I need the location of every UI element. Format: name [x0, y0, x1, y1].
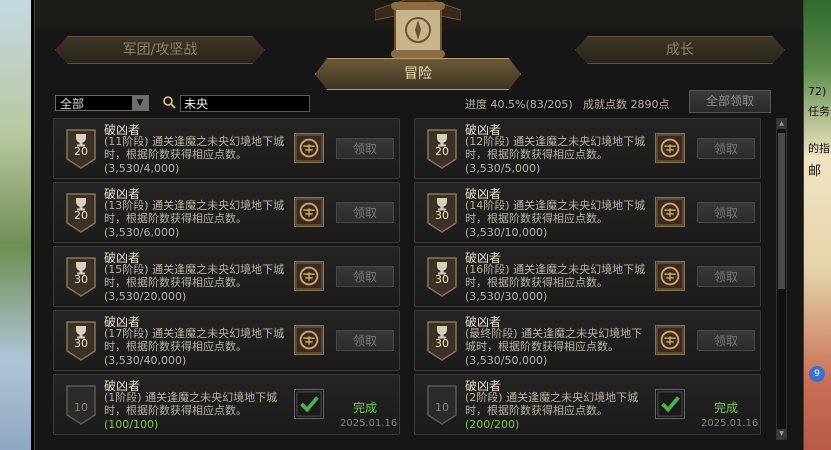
claim-button[interactable]: 领取 — [336, 266, 394, 287]
claim-button[interactable]: 领取 — [697, 266, 755, 287]
achievement-points-value: 10 — [435, 401, 449, 414]
reward-emblem-icon[interactable] — [655, 197, 685, 227]
achievement-description: (最终阶段) 通关逢魔之未央幻境地下城时，根据阶数获得相应点数。 — [465, 327, 643, 353]
checkmark-icon — [655, 389, 685, 419]
achievement-progress: (100/100) — [104, 418, 159, 431]
scroll-up-icon[interactable]: ▲ — [777, 119, 786, 129]
achievement-points-value: 20 — [435, 145, 449, 158]
achievement-points-value: 20 — [74, 145, 88, 158]
achievement-card: 30 破凶者 (17阶段) 通关逢魔之未央幻境地下城时，根据阶数获得相应点数。 (3,… — [53, 310, 400, 371]
achievement-list: 20 破凶者 (11阶段) 通关逢魔之未央幻境地下城时，根据阶数获得相应点数。 (3,… — [53, 118, 773, 440]
reward-emblem-icon[interactable] — [655, 261, 685, 291]
claim-button[interactable]: 领取 — [336, 330, 394, 351]
achievement-description: (12阶段) 通关逢魔之未央幻境地下城时，根据阶数获得相应点数。 — [465, 135, 646, 161]
achievement-progress: (3,530/30,000) — [465, 290, 548, 303]
achievement-progress: (3,530/20,000) — [104, 290, 187, 303]
achievement-description: (13阶段) 通关逢魔之未央幻境地下城时，根据阶数获得相应点数。 — [104, 199, 285, 225]
category-select-value: 全部 — [60, 97, 85, 111]
achievement-description: (15阶段) 通关逢魔之未央幻境地下城时，根据阶数获得相应点数。 — [104, 263, 285, 289]
achievement-progress: (3,530/6,000) — [104, 226, 180, 239]
achievement-description: (14阶段) 通关逢魔之未央幻境地下城时，根据阶数获得相应点数。 — [465, 199, 646, 225]
claim-button[interactable]: 领取 — [697, 330, 755, 351]
achievement-description: (2阶段) 通关逢魔之未央幻境地下城时，根据阶数获得相应点数。 — [465, 391, 639, 417]
achievement-points-value: 30 — [74, 273, 88, 286]
search-input[interactable]: 未央 — [180, 95, 310, 112]
scroll-emblem-icon — [375, 0, 461, 58]
achievement-card: 30 破凶者 (16阶段) 通关逢魔之未央幻境地下城时，根据阶数获得相应点数。 (3,… — [414, 246, 761, 307]
game-world-right — [802, 0, 831, 450]
achievement-progress: (3,530/5,000) — [465, 162, 541, 175]
game-world-left — [0, 0, 34, 450]
achievement-points: 成就点数 2890点 — [583, 98, 670, 111]
claim-button[interactable]: 领取 — [697, 202, 755, 223]
scrollbar[interactable]: ▲ ▼ — [776, 118, 787, 440]
tab-growth[interactable]: 成长 — [575, 36, 785, 64]
progress-text: 进度 40.5%(83/205) — [465, 98, 573, 111]
achievement-description: (11阶段) 通关逢魔之未央幻境地下城时，根据阶数获得相应点数。 — [104, 135, 285, 161]
claim-button[interactable]: 领取 — [336, 138, 394, 159]
reward-emblem-icon[interactable] — [655, 325, 685, 355]
chevron-down-icon[interactable]: ▼ — [132, 96, 148, 110]
achievement-card: 10 破凶者 (2阶段) 通关逢魔之未央幻境地下城时，根据阶数获得相应点数。 (200… — [414, 374, 761, 435]
side-hud-text: 邮 — [808, 164, 822, 179]
achievement-points-value: 30 — [435, 209, 449, 222]
achievement-card: 30 破凶者 (14阶段) 通关逢魔之未央幻境地下城时，根据阶数获得相应点数。 (3,… — [414, 182, 761, 243]
game-screen: 72) 任务 的指 邮 9 军团/攻坚战 成长 冒险 全部 ▼ 未央 进度 40… — [0, 0, 831, 450]
achievement-card: 20 破凶者 (11阶段) 通关逢魔之未央幻境地下城时，根据阶数获得相应点数。 (3,… — [53, 118, 400, 179]
achievement-progress: (3,530/40,000) — [104, 354, 187, 367]
claim-all-button[interactable]: 全部领取 — [689, 90, 771, 113]
achievement-progress: (3,530/50,000) — [465, 354, 548, 367]
reward-emblem-icon[interactable] — [294, 133, 324, 163]
achievement-points-value: 30 — [435, 273, 449, 286]
category-select[interactable]: 全部 ▼ — [55, 95, 149, 111]
completed-label: 完成 — [353, 401, 378, 415]
completed-date: 2025.01.16 — [340, 418, 398, 429]
claim-button[interactable]: 领取 — [697, 138, 755, 159]
achievement-progress: (200/200) — [465, 418, 520, 431]
achievement-description: (1阶段) 通关逢魔之未央幻境地下城时，根据阶数获得相应点数。 — [104, 391, 278, 417]
scroll-thumb[interactable] — [778, 133, 785, 289]
achievement-card: 30 破凶者 (最终阶段) 通关逢魔之未央幻境地下城时，根据阶数获得相应点数。 (3,… — [414, 310, 761, 371]
notification-badge[interactable]: 9 — [809, 366, 825, 382]
achievement-card: 10 破凶者 (1阶段) 通关逢魔之未央幻境地下城时，根据阶数获得相应点数。 (100… — [53, 374, 400, 435]
achievement-points-value: 30 — [435, 337, 449, 350]
side-hud-text: 72) — [808, 85, 827, 98]
achievement-progress: (3,530/10,000) — [465, 226, 548, 239]
achievement-points-value: 10 — [74, 401, 88, 414]
achievement-points-value: 30 — [74, 337, 88, 350]
checkmark-icon — [294, 389, 324, 419]
claim-button[interactable]: 领取 — [336, 202, 394, 223]
side-hud-text: 的指 — [808, 142, 830, 155]
reward-emblem-icon[interactable] — [655, 133, 685, 163]
achievement-description: (17阶段) 通关逢魔之未央幻境地下城时，根据阶数获得相应点数。 — [104, 327, 285, 353]
achievement-points-value: 20 — [74, 209, 88, 222]
reward-emblem-icon[interactable] — [294, 325, 324, 355]
achievement-card: 20 破凶者 (12阶段) 通关逢魔之未央幻境地下城时，根据阶数获得相应点数。 (3,… — [414, 118, 761, 179]
achievement-card: 20 破凶者 (13阶段) 通关逢魔之未央幻境地下城时，根据阶数获得相应点数。 (3,… — [53, 182, 400, 243]
reward-emblem-icon[interactable] — [294, 261, 324, 291]
achievement-card: 30 破凶者 (15阶段) 通关逢魔之未央幻境地下城时，根据阶数获得相应点数。 (3,… — [53, 246, 400, 307]
completed-label: 完成 — [714, 401, 739, 415]
scroll-down-icon[interactable]: ▼ — [777, 429, 786, 439]
side-hud-text: 任务 — [808, 105, 830, 118]
achievement-dialog: 军团/攻坚战 成长 冒险 全部 ▼ 未央 进度 40.5%(83/205) 成就… — [34, 0, 804, 450]
reward-emblem-icon[interactable] — [294, 197, 324, 227]
achievement-progress: (3,530/4,000) — [104, 162, 180, 175]
completed-date: 2025.01.16 — [701, 418, 759, 429]
tab-legion-siege[interactable]: 军团/攻坚战 — [55, 36, 265, 64]
search-icon — [163, 96, 176, 109]
tab-adventure[interactable]: 冒险 — [315, 58, 521, 90]
achievement-description: (16阶段) 通关逢魔之未央幻境地下城时，根据阶数获得相应点数。 — [465, 263, 646, 289]
